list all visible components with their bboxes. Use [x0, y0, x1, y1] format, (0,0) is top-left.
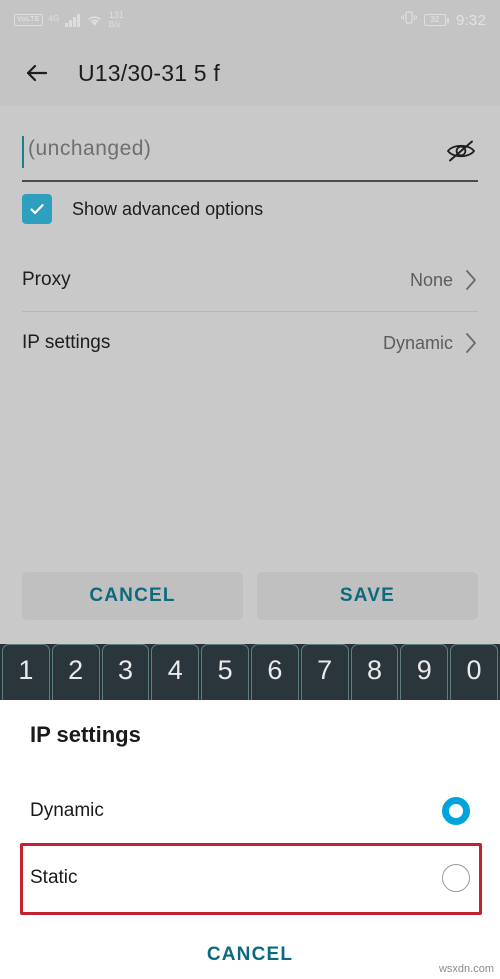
key-1[interactable]: 1	[2, 644, 50, 700]
network-type-label: 4G	[48, 14, 60, 23]
dialog-cancel-button[interactable]: CANCEL	[0, 944, 500, 966]
eye-off-icon[interactable]	[444, 134, 478, 168]
key-6[interactable]: 6	[250, 644, 299, 700]
ip-settings-label: IP settings	[22, 332, 111, 353]
signal-bars-icon	[65, 13, 80, 27]
advanced-options-checkbox[interactable]	[22, 194, 52, 224]
option-dynamic[interactable]: Dynamic	[0, 778, 500, 844]
page-title: U13/30-31 5 f	[78, 59, 220, 86]
setting-row-ip-settings[interactable]: IP settings Dynamic	[0, 312, 500, 374]
data-rate-indicator: 131 B/s	[108, 10, 124, 30]
key-7[interactable]: 7	[300, 644, 349, 700]
text-caret	[22, 136, 24, 168]
battery-cap	[447, 17, 449, 23]
chevron-right-icon	[465, 269, 478, 291]
status-bar-right: 32 9:32	[401, 10, 486, 30]
status-bar-left: VoLTE 4G 131 B/s	[14, 11, 124, 29]
key-5[interactable]: 5	[201, 644, 249, 700]
numeric-keyboard: 1 2 3 4 5 6 7 8 9 0	[0, 644, 500, 700]
cancel-button[interactable]: CANCEL	[22, 572, 243, 620]
ip-settings-value: Dynamic	[382, 332, 453, 353]
key-8[interactable]: 8	[350, 644, 399, 700]
key-9[interactable]: 9	[400, 644, 449, 700]
ip-settings-dialog: IP settings Dynamic Static	[0, 700, 500, 979]
wifi-settings-page: VoLTE 4G 131 B/s 32 9:32 U13/30-31 5 f (…	[0, 0, 500, 700]
password-placeholder: (unchanged)	[28, 137, 152, 160]
radio-dynamic-selected[interactable]	[442, 797, 470, 825]
battery-icon: 32	[424, 14, 449, 26]
key-3[interactable]: 3	[101, 644, 150, 700]
watermark: wsxdn.com	[438, 963, 494, 975]
vibrate-icon	[401, 10, 417, 30]
dialog-title: IP settings	[30, 722, 141, 747]
option-static[interactable]: Static	[0, 845, 500, 911]
option-static-label: Static	[30, 867, 78, 888]
option-dynamic-label: Dynamic	[30, 800, 104, 821]
key-2[interactable]: 2	[51, 644, 100, 700]
field-underline	[22, 180, 478, 182]
battery-percent: 32	[424, 14, 446, 26]
key-4[interactable]: 4	[151, 644, 200, 700]
wifi-icon	[86, 14, 103, 27]
data-rate-unit: B/s	[108, 20, 121, 29]
advanced-options-label: Show advanced options	[72, 198, 264, 219]
key-0[interactable]: 0	[450, 644, 498, 700]
password-field[interactable]: (unchanged)	[22, 128, 478, 182]
chevron-right-icon	[465, 332, 478, 354]
data-rate-value: 131	[108, 10, 124, 20]
status-bar: VoLTE 4G 131 B/s 32 9:32	[0, 0, 500, 40]
setting-row-proxy[interactable]: Proxy None	[0, 249, 500, 311]
app-bar: U13/30-31 5 f	[0, 40, 500, 106]
proxy-label: Proxy	[22, 269, 71, 290]
volte-icon: VoLTE	[14, 14, 43, 26]
save-button[interactable]: SAVE	[257, 572, 478, 620]
proxy-value: None	[409, 269, 453, 290]
show-advanced-options-row[interactable]: Show advanced options	[22, 194, 263, 224]
back-arrow-icon[interactable]	[22, 58, 52, 88]
clock: 9:32	[456, 11, 486, 29]
phone-screen: VoLTE 4G 131 B/s 32 9:32 U13/30-31 5 f (…	[0, 0, 500, 979]
form-buttons: CANCEL SAVE	[0, 572, 500, 620]
radio-static-unselected[interactable]	[442, 864, 470, 892]
settings-content: (unchanged) Show advanced options Proxy …	[0, 106, 500, 700]
